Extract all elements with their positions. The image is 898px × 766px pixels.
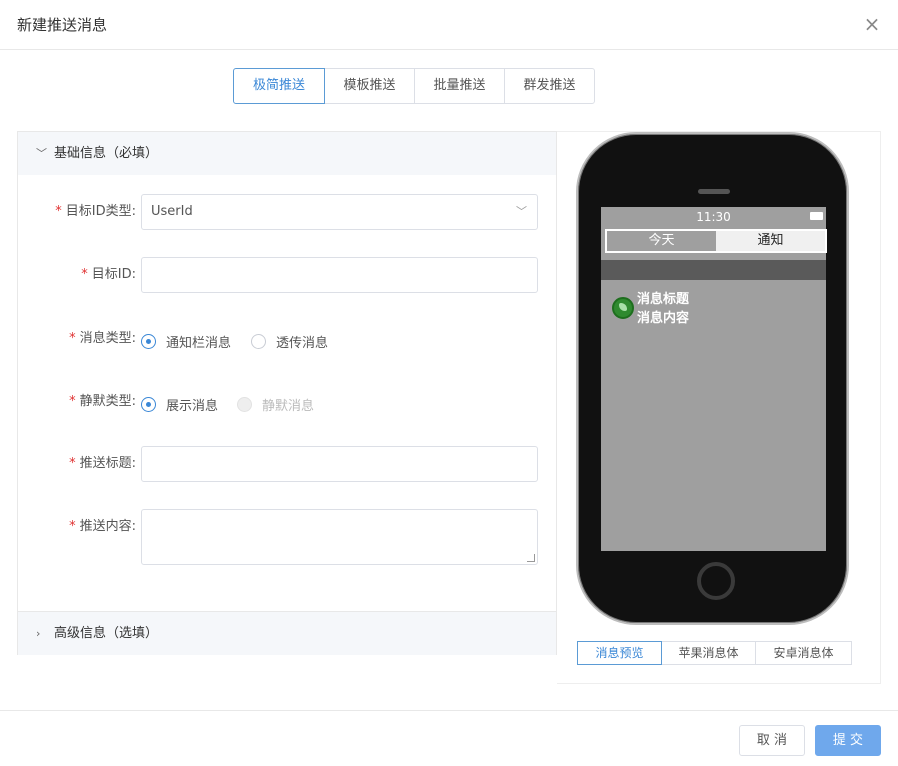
- radio-display-message[interactable]: 展示消息: [141, 395, 218, 414]
- message-type-label: * 消息类型:: [69, 321, 136, 357]
- tab-simple-push[interactable]: 极简推送: [233, 68, 325, 104]
- push-content-textarea[interactable]: [141, 509, 538, 565]
- push-title-label-text: 推送标题:: [79, 456, 136, 471]
- target-id-row: * 目标ID:: [18, 257, 556, 293]
- tab-android-payload[interactable]: 安卓消息体: [755, 641, 852, 665]
- advanced-info-section-title: 高级信息（选填）: [54, 626, 159, 641]
- radio-label: 透传消息: [276, 336, 329, 351]
- push-title-row: * 推送标题:: [18, 446, 556, 482]
- dialog-title: 新建推送消息: [17, 16, 108, 34]
- required-mark: *: [69, 519, 76, 534]
- resize-handle-icon[interactable]: [527, 554, 535, 562]
- target-type-row: * 目标ID类型: UserId ﹀: [18, 194, 556, 230]
- radio-dot: [237, 397, 252, 412]
- dialog-footer: 取 消 提 交: [0, 710, 898, 766]
- radio-label: 静默消息: [262, 399, 315, 414]
- preview-message-body: 消息内容: [637, 311, 690, 326]
- silent-type-label: * 静默类型:: [69, 384, 136, 420]
- radio-dot: [251, 334, 266, 349]
- status-bar: 11:30: [601, 207, 826, 227]
- push-type-tabs: 极简推送 模板推送 批量推送 群发推送: [233, 68, 595, 104]
- tab-message-preview[interactable]: 消息预览: [577, 641, 662, 665]
- phone-screen: 11:30 今天 通知 消息标题 消息内容: [601, 207, 827, 551]
- push-title-label: * 推送标题:: [69, 446, 136, 482]
- chevron-down-icon: ﹀: [36, 147, 47, 160]
- preview-panel: 11:30 今天 通知 消息标题 消息内容 消息预览 苹果消息体 安卓消息体: [557, 131, 881, 684]
- target-type-label: * 目标ID类型:: [55, 194, 136, 230]
- tab-batch-push[interactable]: 批量推送: [414, 68, 505, 104]
- basic-info-section-header[interactable]: ﹀ 基础信息（必填）: [18, 132, 556, 175]
- status-time: 11:30: [696, 210, 731, 224]
- message-type-label-text: 消息类型:: [79, 331, 136, 346]
- notification-segment: 今天 通知: [605, 229, 827, 253]
- advanced-info-section-header[interactable]: › 高级信息（选填）: [18, 611, 556, 655]
- silent-type-label-text: 静默类型:: [79, 394, 136, 409]
- required-mark: *: [69, 331, 76, 346]
- target-type-label-text: 目标ID类型:: [65, 204, 136, 219]
- required-mark: *: [55, 204, 62, 219]
- basic-info-section-title: 基础信息（必填）: [54, 146, 159, 161]
- tab-broadcast-push[interactable]: 群发推送: [504, 68, 595, 104]
- chevron-right-icon: ›: [36, 627, 41, 640]
- target-id-input[interactable]: [141, 257, 538, 293]
- push-content-row: * 推送内容:: [18, 509, 556, 565]
- target-id-label: * 目标ID:: [81, 257, 136, 293]
- submit-button[interactable]: 提 交: [815, 725, 881, 756]
- form-panel: ﹀ 基础信息（必填） * 目标ID类型: UserId ﹀ * 目标ID: * 消息类…: [17, 131, 557, 655]
- segment-today: 今天: [607, 231, 716, 251]
- radio-dot: [141, 397, 156, 412]
- target-id-label-text: 目标ID:: [91, 267, 136, 282]
- required-mark: *: [81, 267, 88, 282]
- tab-apple-payload[interactable]: 苹果消息体: [661, 641, 756, 665]
- radio-passthrough-message[interactable]: 透传消息: [251, 332, 328, 351]
- target-type-value: UserId: [151, 204, 193, 219]
- close-icon[interactable]: ×: [862, 14, 882, 34]
- radio-dot: [141, 334, 156, 349]
- home-button-icon: [697, 562, 735, 600]
- notification-bar: [601, 260, 826, 280]
- chevron-down-icon: ﹀: [516, 205, 527, 218]
- silent-type-row: * 静默类型: 展示消息 静默消息: [18, 384, 556, 420]
- push-dialog: 新建推送消息 × 极简推送 模板推送 批量推送 群发推送 ﹀ 基础信息（必填） …: [0, 0, 898, 766]
- radio-silent-message[interactable]: 静默消息: [237, 395, 314, 414]
- dialog-header: 新建推送消息 ×: [0, 0, 898, 50]
- push-content-label: * 推送内容:: [69, 509, 136, 545]
- battery-icon: [810, 212, 823, 220]
- message-type-row: * 消息类型: 通知栏消息 透传消息: [18, 321, 556, 357]
- preview-message-title: 消息标题: [637, 292, 690, 307]
- preview-tabs: 消息预览 苹果消息体 安卓消息体: [577, 641, 852, 665]
- target-type-select[interactable]: UserId ﹀: [141, 194, 538, 230]
- required-mark: *: [69, 394, 76, 409]
- push-title-input[interactable]: [141, 446, 538, 482]
- radio-label: 通知栏消息: [166, 336, 232, 351]
- app-icon: [612, 297, 634, 319]
- push-content-label-text: 推送内容:: [79, 519, 136, 534]
- radio-notification-message[interactable]: 通知栏消息: [141, 332, 231, 351]
- tab-template-push[interactable]: 模板推送: [324, 68, 415, 104]
- cancel-button[interactable]: 取 消: [739, 725, 805, 756]
- segment-notify: 通知: [716, 231, 825, 251]
- phone-mockup: 11:30 今天 通知 消息标题 消息内容: [576, 132, 849, 625]
- required-mark: *: [69, 456, 76, 471]
- speaker-icon: [698, 189, 730, 194]
- radio-label: 展示消息: [166, 399, 219, 414]
